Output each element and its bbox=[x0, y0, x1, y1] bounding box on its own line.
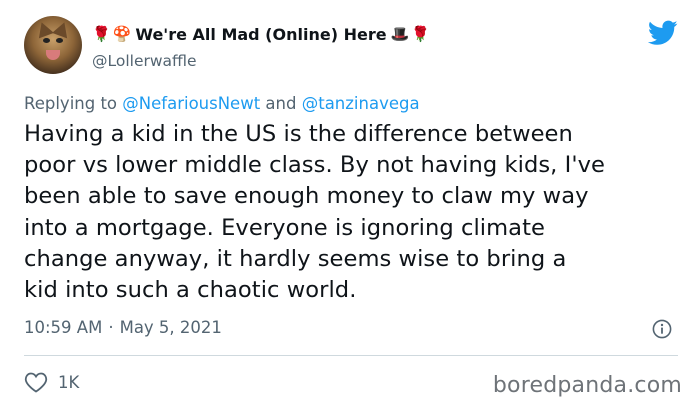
author-handle[interactable]: @Lollerwaffle bbox=[92, 52, 197, 70]
heart-icon bbox=[24, 372, 48, 393]
author-display-name-row[interactable]: 🌹 🍄 We're All Mad (Online) Here 🎩 🌹 bbox=[92, 22, 430, 46]
mention-link[interactable]: @NefariousNewt bbox=[122, 94, 260, 113]
twitter-bird-icon[interactable] bbox=[648, 20, 678, 46]
tweet-timestamp: 10:59 AM · May 5, 2021 bbox=[24, 318, 222, 337]
top-hat-emoji: 🎩 bbox=[390, 25, 410, 43]
rose-emoji: 🌹 bbox=[411, 25, 430, 43]
timestamp-separator: · bbox=[108, 318, 114, 337]
avatar-ear-left bbox=[34, 19, 54, 39]
like-button[interactable]: 1K bbox=[24, 371, 79, 393]
reply-joiner: and bbox=[265, 94, 297, 113]
tweet-date[interactable]: May 5, 2021 bbox=[120, 318, 222, 337]
tweet-text: Having a kid in the US is the difference… bbox=[24, 121, 605, 304]
mushroom-emoji: 🍄 bbox=[112, 25, 132, 43]
info-icon[interactable] bbox=[652, 319, 672, 339]
avatar-ear-right bbox=[52, 19, 72, 39]
avatar-mouth bbox=[46, 50, 60, 60]
boredpanda-watermark: boredpanda.com bbox=[492, 373, 682, 398]
reply-prefix: Replying to bbox=[24, 94, 118, 113]
rose-emoji: 🌹 bbox=[92, 25, 111, 43]
author-avatar[interactable] bbox=[24, 16, 82, 74]
tweet-card: 🌹 🍄 We're All Mad (Online) Here 🎩 🌹 @Lol… bbox=[0, 0, 700, 409]
divider bbox=[24, 355, 678, 356]
like-count: 1K bbox=[58, 372, 80, 392]
avatar-eye-left bbox=[43, 38, 50, 43]
reply-context: Replying to @NefariousNewt and @tanzinav… bbox=[24, 94, 420, 113]
mention-link[interactable]: @tanzinavega bbox=[302, 94, 420, 113]
tweet-time[interactable]: 10:59 AM bbox=[24, 318, 102, 337]
author-display-name: We're All Mad (Online) Here bbox=[135, 24, 387, 44]
avatar-eye-right bbox=[56, 38, 63, 43]
